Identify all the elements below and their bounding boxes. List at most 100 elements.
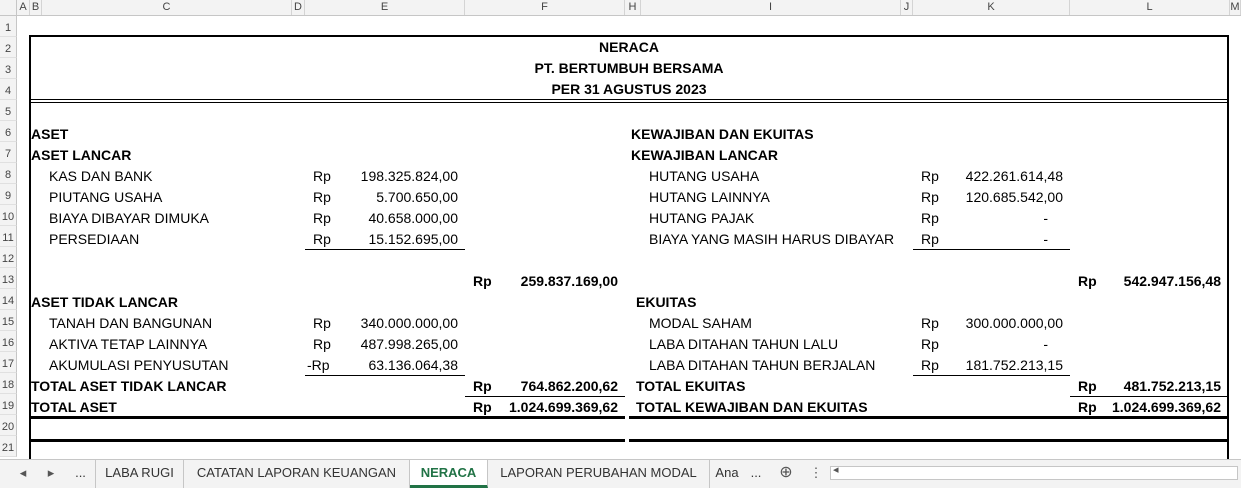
asset-item-label: AKUMULASI PENYUSUTAN [49, 357, 229, 373]
row-header[interactable]: 11 [0, 226, 17, 247]
asset-item-value: 63.136.064,38 [368, 357, 458, 373]
equity-total-currency: Rp [1078, 378, 1097, 394]
column-header-d[interactable]: D [292, 0, 305, 15]
liabilities-equity-heading: KEWAJIBAN DAN EKUITAS [631, 126, 814, 142]
liability-item-value: 120.685.542,00 [965, 189, 1063, 205]
equity-item-currency: Rp [921, 357, 939, 373]
column-header-e[interactable]: E [305, 0, 465, 15]
equity-item-label: MODAL SAHAM [649, 315, 752, 331]
equity-total-label: TOTAL EKUITAS [636, 378, 746, 394]
row-header[interactable]: 21 [0, 436, 17, 457]
column-header-i[interactable]: I [641, 0, 901, 15]
total-liabilities-equity-label: TOTAL KEWAJIBAN DAN EKUITAS [636, 399, 868, 415]
column-header-l[interactable]: L [1070, 0, 1230, 15]
horizontal-scrollbar[interactable]: ◂ [830, 463, 1238, 480]
row-header[interactable]: 2 [0, 37, 17, 58]
column-header-bar: A B C D E F H I J K L M [0, 0, 1241, 16]
row-header[interactable]: 8 [0, 163, 17, 184]
asset-item-label: PERSEDIAAN [49, 231, 140, 247]
scroll-tabs-left-icon[interactable]: ◂ [12, 460, 34, 488]
select-all-corner[interactable] [0, 0, 17, 15]
row-header[interactable]: 5 [0, 100, 17, 121]
row-header[interactable]: 15 [0, 310, 17, 331]
row-header[interactable]: 9 [0, 184, 17, 205]
asset-item-label: KAS DAN BANK [49, 168, 153, 184]
equity-item-label: LABA DITAHAN TAHUN BERJALAN [649, 357, 876, 373]
row-header[interactable]: 19 [0, 394, 17, 415]
row-header[interactable]: 1 [0, 16, 17, 37]
liability-item-currency: Rp [921, 168, 939, 184]
equity-item-currency: Rp [921, 315, 939, 331]
asset-item-currency: -Rp [307, 357, 330, 373]
column-header-j[interactable]: J [901, 0, 913, 15]
tab-laporan-perubahan-modal[interactable]: LAPORAN PERUBAHAN MODAL [488, 460, 710, 488]
asset-item-currency: Rp [313, 231, 331, 247]
row-header[interactable]: 16 [0, 331, 17, 352]
liability-item-value: - [1043, 210, 1048, 226]
asset-item-value: 198.325.824,00 [360, 168, 458, 184]
total-liabilities-equity-value: 1.024.699.369,62 [1112, 399, 1221, 415]
column-header-c[interactable]: C [42, 0, 292, 15]
column-header-b[interactable]: B [30, 0, 42, 15]
column-header-f[interactable]: F [465, 0, 625, 15]
current-liabilities-total-currency: Rp [1078, 273, 1097, 289]
asset-item-label: AKTIVA TETAP LAINNYA [49, 336, 208, 352]
noncurrent-assets-total-label: TOTAL ASET TIDAK LANCAR [31, 378, 227, 394]
liability-item-label: HUTANG USAHA [649, 168, 760, 184]
scroll-left-icon[interactable]: ◂ [833, 463, 839, 476]
tab-catatan-laporan-keuangan[interactable]: CATATAN LAPORAN KEUANGAN [184, 460, 410, 488]
noncurrent-assets-total-currency: Rp [473, 378, 492, 394]
row-header[interactable]: 20 [0, 415, 17, 436]
total-liabilities-equity-currency: Rp [1078, 399, 1097, 415]
liability-item-currency: Rp [921, 189, 939, 205]
column-header-k[interactable]: K [913, 0, 1070, 15]
subtotal-underline [305, 375, 465, 376]
asset-item-label: BIAYA DIBAYAR DIMUKA [49, 210, 210, 226]
row-header[interactable]: 7 [0, 142, 17, 163]
row-header[interactable]: 4 [0, 79, 17, 100]
tab-laba-rugi[interactable]: LABA RUGI [96, 460, 184, 488]
row-header[interactable]: 6 [0, 121, 17, 142]
column-header-m[interactable]: M [1230, 0, 1241, 15]
noncurrent-assets-heading: ASET TIDAK LANCAR [31, 294, 178, 310]
equity-heading: EKUITAS [636, 294, 697, 310]
current-assets-total-value: 259.837.169,00 [520, 273, 618, 289]
current-liabilities-heading: KEWAJIBAN LANCAR [631, 147, 778, 163]
total-assets-value: 1.024.699.369,62 [509, 399, 618, 415]
scroll-tabs-right-icon[interactable]: ▸ [40, 460, 62, 488]
row-header[interactable]: 18 [0, 373, 17, 394]
current-liabilities-total-value: 542.947.156,48 [1123, 273, 1221, 289]
total-assets-currency: Rp [473, 399, 492, 415]
equity-item-value: - [1043, 336, 1048, 352]
asset-item-currency: Rp [313, 315, 331, 331]
tabs-more-right-button[interactable]: ... [744, 460, 768, 488]
asset-item-currency: Rp [313, 210, 331, 226]
column-header-a[interactable]: A [17, 0, 30, 15]
equity-total-value: 481.752.213,15 [1123, 378, 1221, 394]
add-sheet-icon[interactable]: ⊕ [775, 460, 797, 488]
asset-item-value: 40.658.000,00 [368, 210, 458, 226]
tab-ana[interactable]: Ana [710, 460, 744, 488]
asset-item-value: 487.998.265,00 [360, 336, 458, 352]
tabs-more-left-button[interactable]: ... [66, 460, 96, 488]
column-header-h[interactable]: H [625, 0, 641, 15]
left-section-border [29, 439, 625, 442]
liability-item-label: HUTANG LAINNYA [649, 189, 770, 205]
row-header[interactable]: 12 [0, 247, 17, 268]
liability-item-label: HUTANG PAJAK [649, 210, 755, 226]
report-date: PER 31 AGUSTUS 2023 [551, 81, 707, 97]
row-header[interactable]: 13 [0, 268, 17, 289]
report-title: NERACA [599, 39, 659, 55]
noncurrent-assets-total-value: 764.862.200,62 [520, 378, 618, 394]
liability-item-value: 422.261.614,48 [965, 168, 1063, 184]
asset-item-currency: Rp [313, 189, 331, 205]
row-header[interactable]: 14 [0, 289, 17, 310]
splitter-icon[interactable]: ⋮ [805, 460, 827, 488]
row-header[interactable]: 3 [0, 58, 17, 79]
tab-neraca[interactable]: NERACA [410, 460, 488, 488]
row-header[interactable]: 17 [0, 352, 17, 373]
row-header[interactable]: 10 [0, 205, 17, 226]
liability-item-currency: Rp [921, 231, 939, 247]
liability-item-label: BIAYA YANG MASIH HARUS DIBAYAR [649, 231, 895, 247]
assets-heading: ASET [31, 126, 69, 142]
